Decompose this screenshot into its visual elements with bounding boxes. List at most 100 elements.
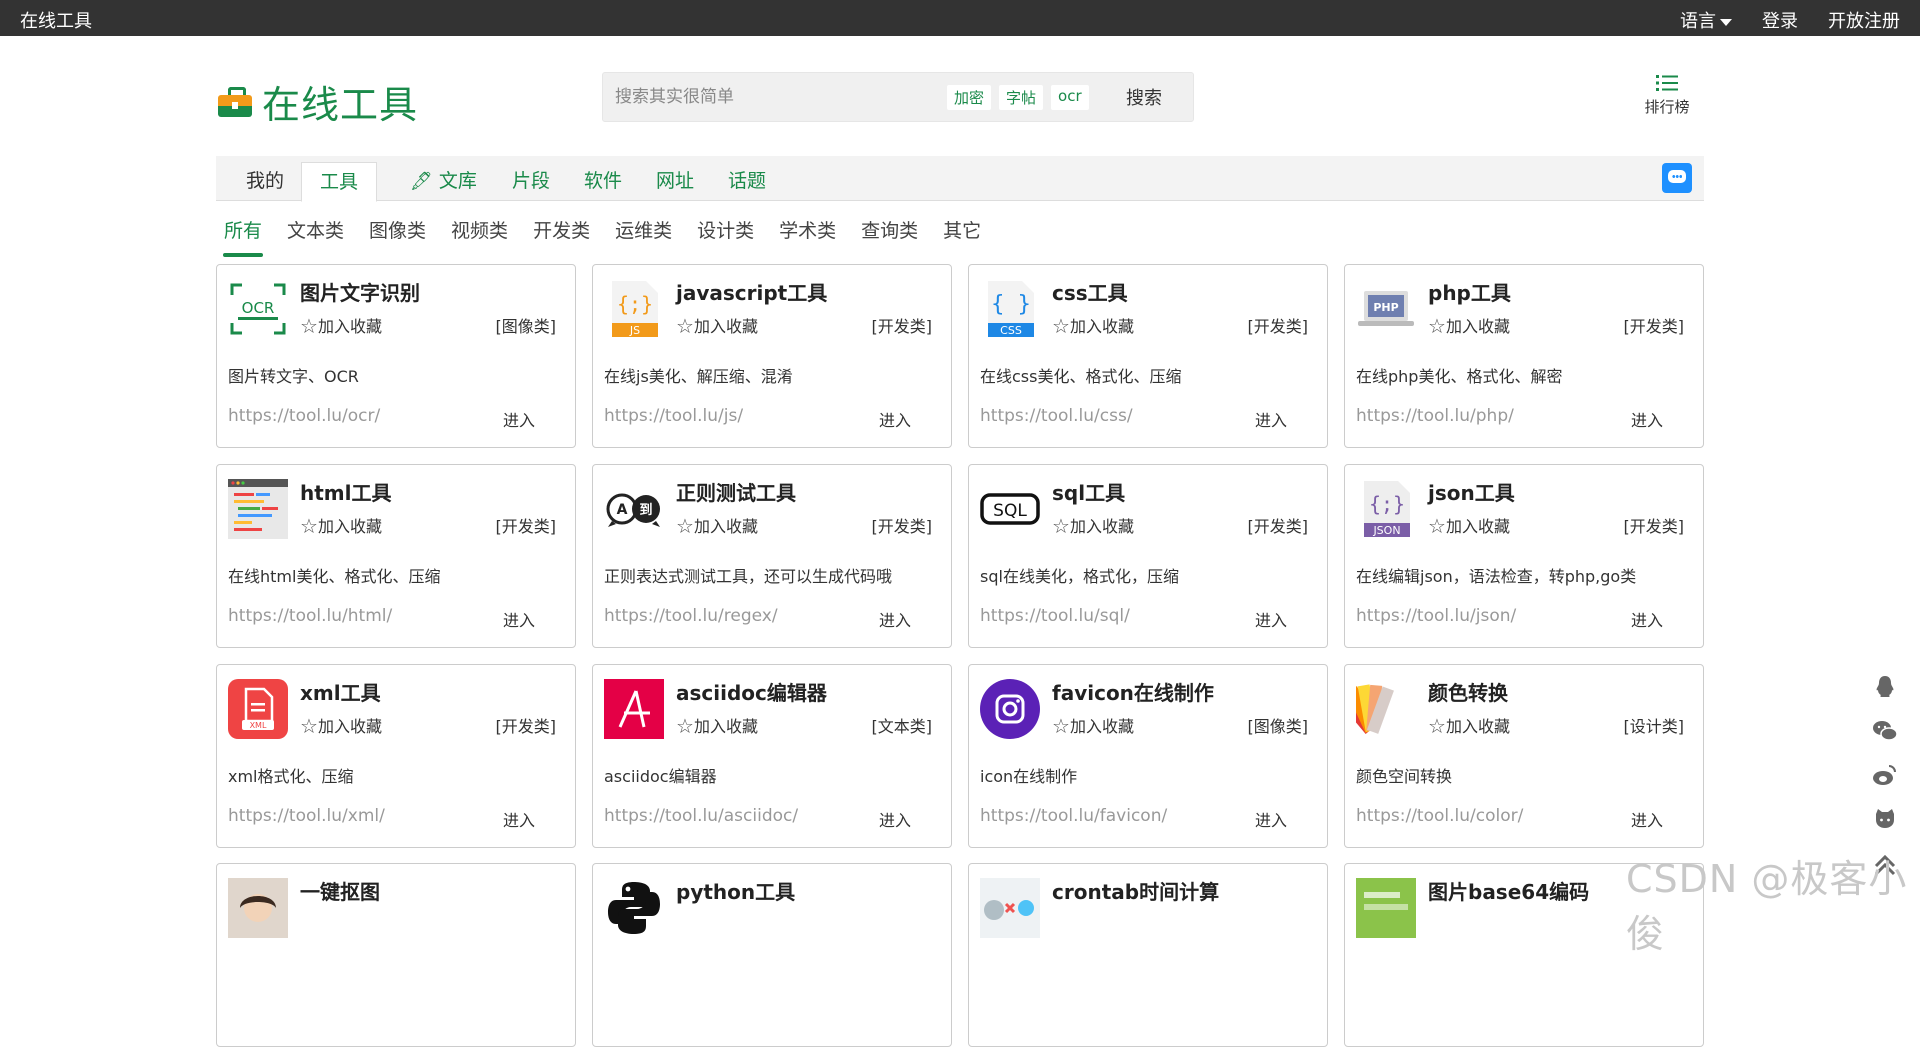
tool-card-title[interactable]: asciidoc编辑器 (676, 677, 827, 706)
tool-card-title[interactable]: 一键抠图 (300, 876, 380, 905)
tool-card-url[interactable]: https://tool.lu/asciidoc/ (604, 806, 798, 826)
enter-button[interactable]: 进入 (879, 807, 911, 831)
category-other[interactable]: 其它 (943, 216, 981, 243)
tool-card[interactable]: PHP php工具 ☆加入收藏 [开发类] 在线php美化、格式化、解密 https://… (1344, 264, 1704, 448)
tool-card-url[interactable]: https://tool.lu/html/ (228, 606, 392, 626)
tool-card-url[interactable]: https://tool.lu/favicon/ (980, 806, 1167, 826)
tab-topics[interactable]: 话题 (710, 162, 784, 200)
login-link[interactable]: 登录 (1762, 7, 1798, 33)
add-favorite-button[interactable]: ☆加入收藏 (1428, 713, 1510, 738)
search-button[interactable]: 搜索 (1099, 77, 1189, 117)
tool-card-title[interactable]: json工具 (1428, 477, 1515, 506)
tool-card-url[interactable]: https://tool.lu/xml/ (228, 806, 385, 826)
category-query[interactable]: 查询类 (861, 216, 918, 243)
tool-card[interactable]: SQL sql工具 ☆加入收藏 [开发类] sql在线美化，格式化，压缩 https://… (968, 464, 1328, 648)
category-ops[interactable]: 运维类 (615, 216, 672, 243)
js-file-icon[interactable]: JS {;} (604, 279, 664, 339)
crontab-icon[interactable] (980, 878, 1040, 938)
enter-button[interactable]: 进入 (503, 407, 535, 431)
tool-card[interactable]: XML xml工具 ☆加入收藏 [开发类] xml格式化、压缩 https://tool.… (216, 664, 576, 848)
tool-card[interactable]: favicon在线制作 ☆加入收藏 [图像类] icon在线制作 https://too… (968, 664, 1328, 848)
tool-card-title[interactable]: 正则测试工具 (676, 477, 796, 506)
asciidoc-icon[interactable] (604, 679, 664, 739)
chat-button[interactable] (1662, 163, 1692, 193)
tool-card-title[interactable]: xml工具 (300, 677, 381, 706)
tool-card-title[interactable]: python工具 (676, 876, 795, 905)
tool-card[interactable]: CSS { } css工具 ☆加入收藏 [开发类] 在线css美化、格式化、压缩 https… (968, 264, 1328, 448)
camera-circle-icon[interactable] (980, 679, 1040, 739)
tool-card-title[interactable]: css工具 (1052, 277, 1128, 306)
tool-card[interactable]: OCR 图片文字识别 ☆加入收藏 [图像类] 图片转文字、OCR https://tool… (216, 264, 576, 448)
ranking-link[interactable]: 排行榜 (1640, 74, 1694, 117)
add-favorite-button[interactable]: ☆加入收藏 (1052, 713, 1134, 738)
add-favorite-button[interactable]: ☆加入收藏 (1052, 313, 1134, 338)
tab-tools[interactable]: 工具 (301, 162, 378, 202)
category-text[interactable]: 文本类 (287, 216, 344, 243)
tool-card-title[interactable]: 颜色转换 (1428, 677, 1508, 706)
tool-card-url[interactable]: https://tool.lu/php/ (1356, 406, 1514, 426)
tool-card[interactable]: JSON {;} json工具 ☆加入收藏 [开发类] 在线编辑json，语法检查，转ph… (1344, 464, 1704, 648)
search-input[interactable] (613, 80, 937, 114)
category-all[interactable]: 所有 (222, 216, 264, 257)
tool-card[interactable]: JS {;} javascript工具 ☆加入收藏 [开发类] 在线js美化、解压缩、混淆… (592, 264, 952, 448)
tab-software[interactable]: 软件 (566, 162, 640, 200)
weibo-icon[interactable] (1872, 762, 1898, 788)
search-tag-encrypt[interactable]: 加密 (947, 85, 992, 110)
php-laptop-icon[interactable]: PHP (1356, 279, 1416, 339)
enter-button[interactable]: 进入 (1255, 407, 1287, 431)
tool-card-title[interactable]: html工具 (300, 477, 392, 506)
tool-card-url[interactable]: https://tool.lu/js/ (604, 406, 743, 426)
add-favorite-button[interactable]: ☆加入收藏 (300, 513, 382, 538)
add-favorite-button[interactable]: ☆加入收藏 (300, 713, 382, 738)
tool-card[interactable]: python工具 (592, 863, 952, 1047)
tool-card[interactable]: html工具 ☆加入收藏 [开发类] 在线html美化、格式化、压缩 https://t… (216, 464, 576, 648)
site-logo[interactable]: 在线工具 (218, 74, 418, 129)
html-editor-icon[interactable] (228, 479, 288, 539)
tool-card-url[interactable]: https://tool.lu/regex/ (604, 606, 778, 626)
python-icon[interactable] (604, 878, 664, 938)
tool-card-url[interactable]: https://tool.lu/css/ (980, 406, 1133, 426)
category-video[interactable]: 视频类 (451, 216, 508, 243)
tool-card[interactable]: asciidoc编辑器 ☆加入收藏 [文本类] asciidoc编辑器 https://… (592, 664, 952, 848)
wechat-icon[interactable] (1872, 718, 1898, 744)
tool-card[interactable]: A 到正则测试工具 ☆加入收藏 [开发类] 正则表达式测试工具，还可以生成代码哦 http… (592, 464, 952, 648)
tool-card[interactable]: crontab时间计算 (968, 863, 1328, 1047)
register-link[interactable]: 开放注册 (1828, 7, 1900, 33)
json-file-icon[interactable]: JSON {;} (1356, 479, 1416, 539)
regex-bubbles-icon[interactable]: A到 (604, 479, 664, 539)
tool-card-url[interactable]: https://tool.lu/ocr/ (228, 406, 380, 426)
category-design[interactable]: 设计类 (697, 216, 754, 243)
add-favorite-button[interactable]: ☆加入收藏 (300, 313, 382, 338)
add-favorite-button[interactable]: ☆加入收藏 (676, 313, 758, 338)
add-favorite-button[interactable]: ☆加入收藏 (676, 513, 758, 538)
tab-urls[interactable]: 网址 (638, 162, 712, 200)
add-favorite-button[interactable]: ☆加入收藏 (1428, 313, 1510, 338)
enter-button[interactable]: 进入 (1631, 607, 1663, 631)
add-favorite-button[interactable]: ☆加入收藏 (1052, 513, 1134, 538)
enter-button[interactable]: 进入 (1255, 607, 1287, 631)
enter-button[interactable]: 进入 (879, 407, 911, 431)
add-favorite-button[interactable]: ☆加入收藏 (676, 713, 758, 738)
category-image[interactable]: 图像类 (369, 216, 426, 243)
top-brand-link[interactable]: 在线工具 (20, 7, 92, 33)
base64-image-icon[interactable] (1356, 878, 1416, 938)
category-dev[interactable]: 开发类 (533, 216, 590, 243)
tool-card-title[interactable]: sql工具 (1052, 477, 1125, 506)
tool-card-title[interactable]: crontab时间计算 (1052, 876, 1219, 905)
tool-card-title[interactable]: favicon在线制作 (1052, 677, 1214, 706)
enter-button[interactable]: 进入 (879, 607, 911, 631)
tab-docs[interactable]: 🖋 文库 (392, 162, 495, 200)
enter-button[interactable]: 进入 (503, 807, 535, 831)
css-file-icon[interactable]: CSS { } (980, 279, 1040, 339)
enter-button[interactable]: 进入 (1631, 807, 1663, 831)
tool-card-title[interactable]: javascript工具 (676, 277, 827, 306)
tool-card-url[interactable]: https://tool.lu/color/ (1356, 806, 1523, 826)
tool-card-url[interactable]: https://tool.lu/sql/ (980, 606, 1130, 626)
tool-card-title[interactable]: 图片文字识别 (300, 277, 420, 306)
add-favorite-button[interactable]: ☆加入收藏 (1428, 513, 1510, 538)
search-tag-copybook[interactable]: 字帖 (999, 85, 1044, 110)
tool-card[interactable]: 一键抠图 (216, 863, 576, 1047)
tab-mine[interactable]: 我的 (228, 162, 302, 200)
xml-file-icon[interactable]: XML (228, 679, 288, 739)
enter-button[interactable]: 进入 (1255, 807, 1287, 831)
